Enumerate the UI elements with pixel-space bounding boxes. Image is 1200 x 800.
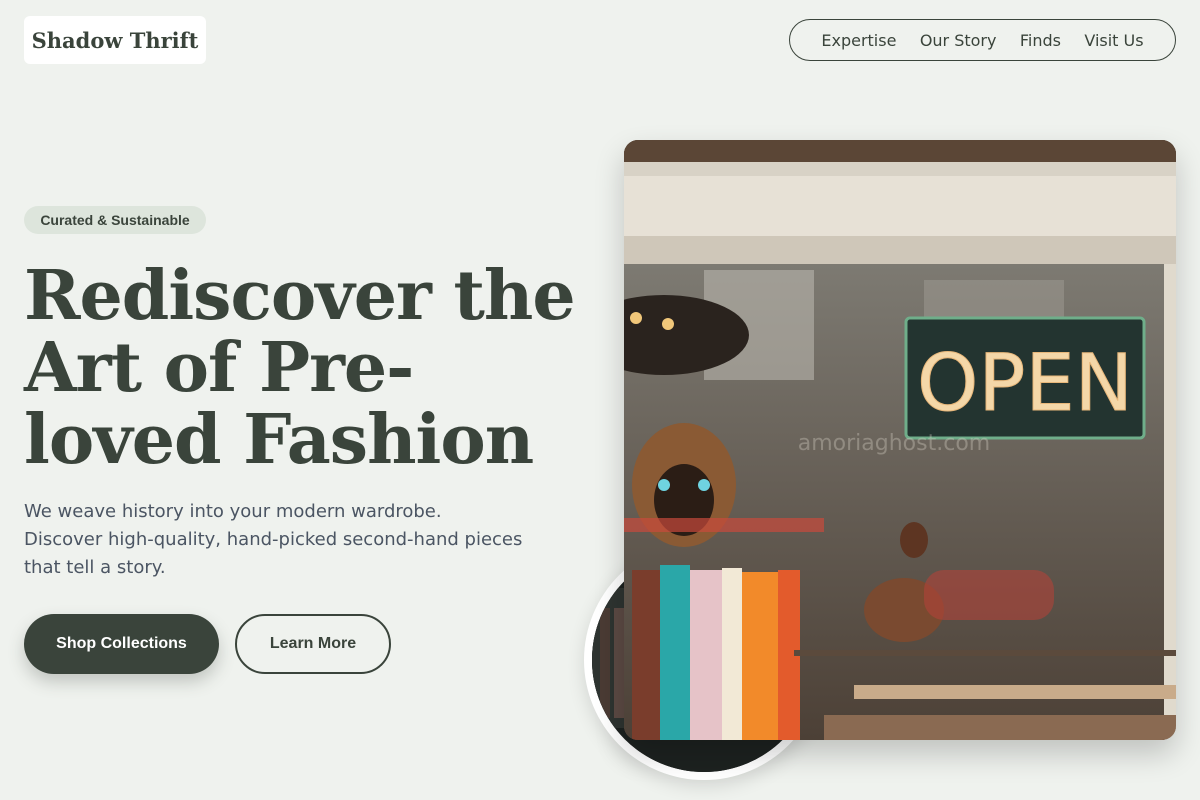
nav-link-visit-us[interactable]: Visit Us xyxy=(1084,31,1143,50)
hero-subtitle: We weave history into your modern wardro… xyxy=(24,501,523,578)
brand-name: Shadow Thrift xyxy=(31,27,199,53)
hero-badge: Curated & Sustainable xyxy=(24,206,206,234)
brand-logo[interactable]: Shadow Thrift xyxy=(24,16,206,64)
hero-title: Rediscover the Art of Pre-loved Fashion xyxy=(24,256,576,480)
main-nav: Expertise Our Story Finds Visit Us xyxy=(789,19,1176,61)
nav-link-expertise[interactable]: Expertise xyxy=(821,31,896,50)
open-sign-text: OPEN xyxy=(917,339,1133,429)
nav-link-our-story[interactable]: Our Story xyxy=(920,31,997,50)
shop-collections-button[interactable]: Shop Collections xyxy=(24,614,219,674)
nav-link-finds[interactable]: Finds xyxy=(1020,31,1061,50)
thrift-shop-window-photo: OPEN amoriaghost.com xyxy=(624,140,1176,740)
photo-watermark: amoriaghost.com xyxy=(798,431,990,456)
learn-more-button[interactable]: Learn More xyxy=(235,614,391,674)
